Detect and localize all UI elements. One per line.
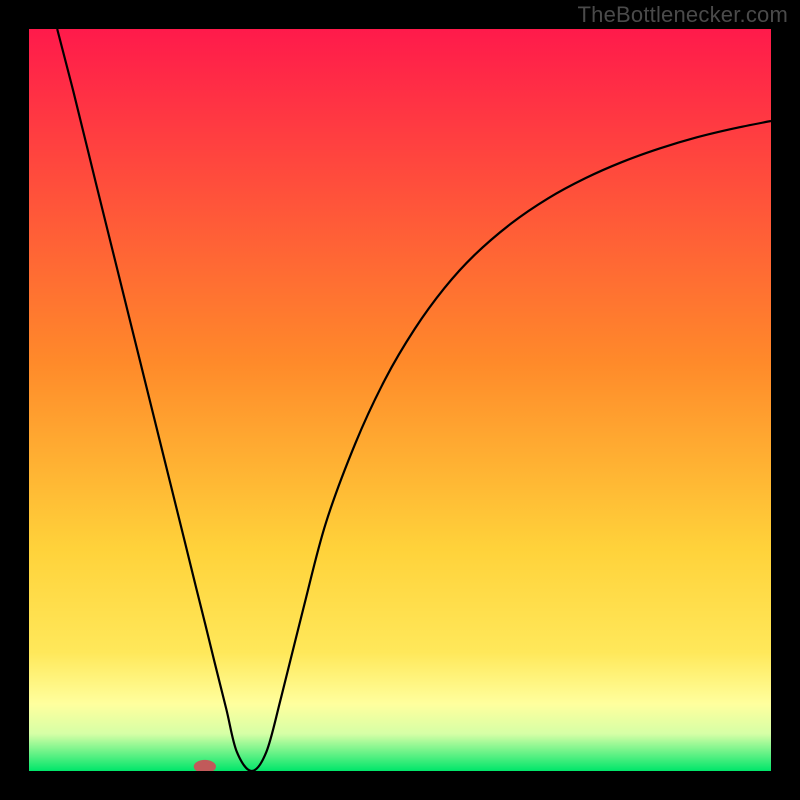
plot-area [29, 29, 771, 771]
chart-frame: TheBottlenecker.com [0, 0, 800, 800]
attribution-text: TheBottlenecker.com [578, 2, 788, 28]
gradient-background [29, 29, 771, 771]
bottleneck-chart-svg [29, 29, 771, 771]
